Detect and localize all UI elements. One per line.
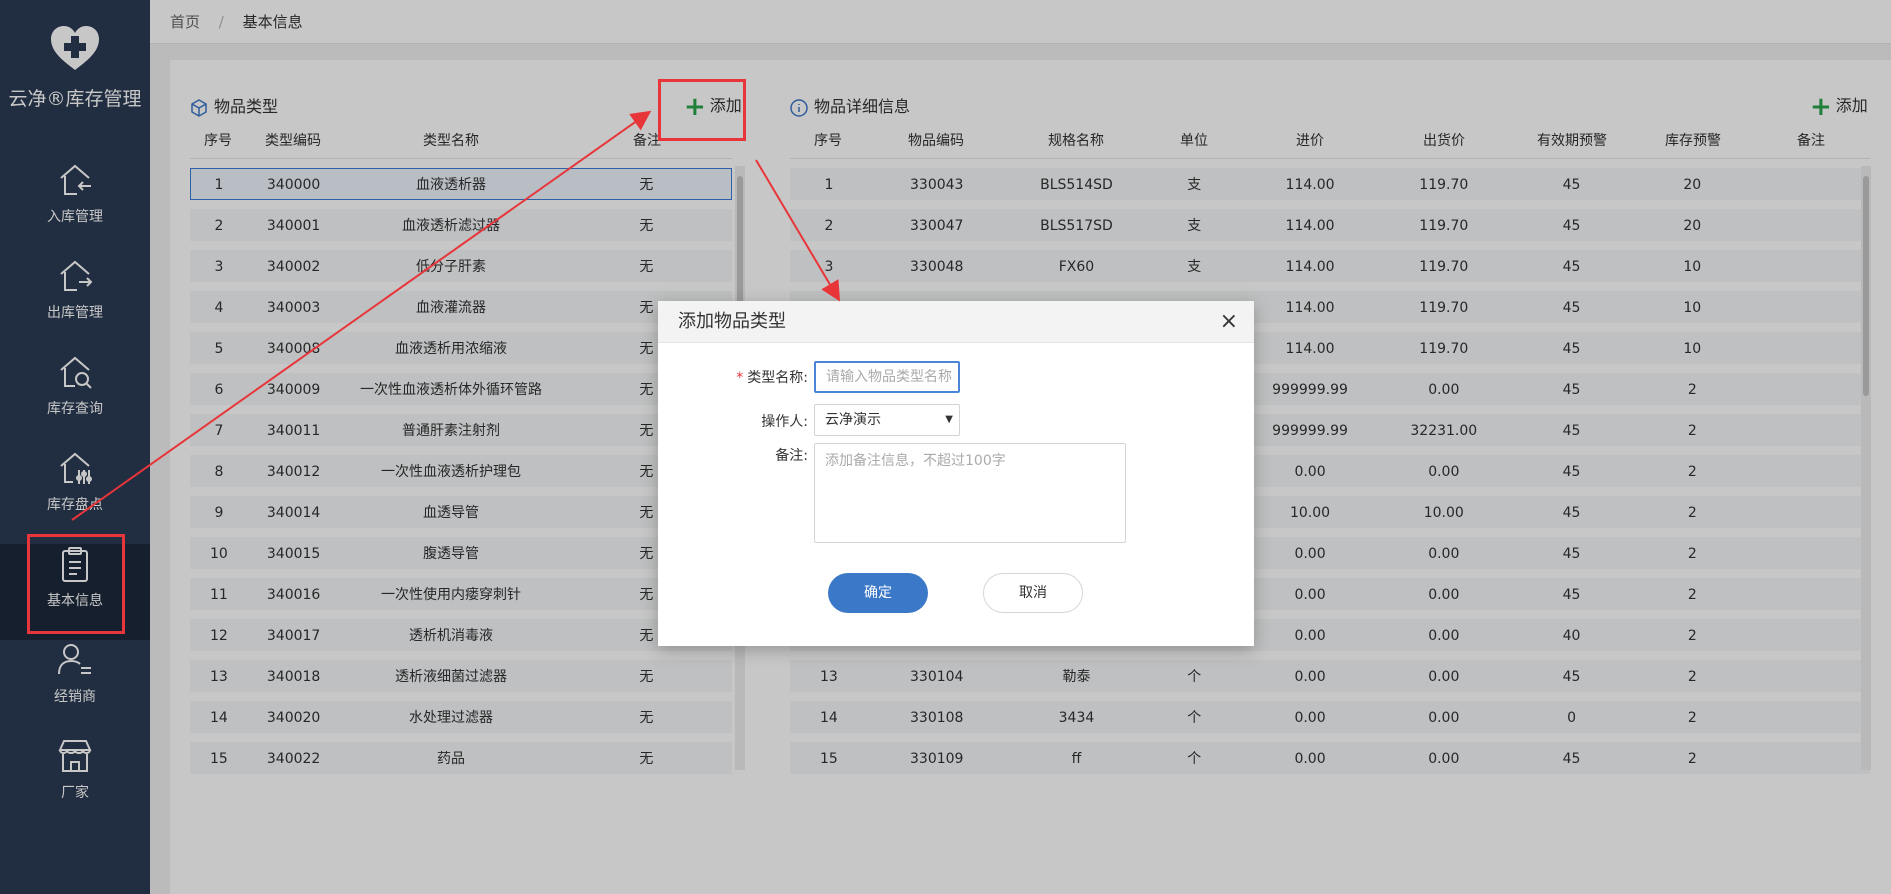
required-mark: * [736,370,744,386]
close-icon[interactable]: × [1220,301,1238,343]
cancel-button[interactable]: 取消 [983,573,1083,613]
dialog-header: 添加物品类型 × [658,301,1254,343]
dialog-title: 添加物品类型 [678,311,786,332]
add-item-type-dialog: 添加物品类型 × * 类型名称: 请输入物品类型名称 操作人: 云净演示 ▼ 备注… [658,301,1254,646]
operator-label: 操作人: [761,414,808,430]
highlight-box-add-button [658,79,746,141]
remark-textarea[interactable]: 添加备注信息，不超过100字 [814,443,1126,543]
operator-select[interactable]: 云净演示 ▼ [814,404,960,436]
type-name-label-text: 类型名称: [747,370,808,386]
dropdown-arrow-icon: ▼ [945,414,953,425]
confirm-button[interactable]: 确定 [828,573,928,613]
type-name-label: * 类型名称: [698,367,808,387]
type-name-input[interactable]: 请输入物品类型名称 [814,361,960,393]
type-name-placeholder: 请输入物品类型名称 [826,369,952,385]
remark-placeholder: 添加备注信息，不超过100字 [825,453,1006,469]
highlight-box-basic-info [27,534,125,634]
remark-label: 备注: [775,448,808,464]
operator-value: 云净演示 [825,412,881,428]
